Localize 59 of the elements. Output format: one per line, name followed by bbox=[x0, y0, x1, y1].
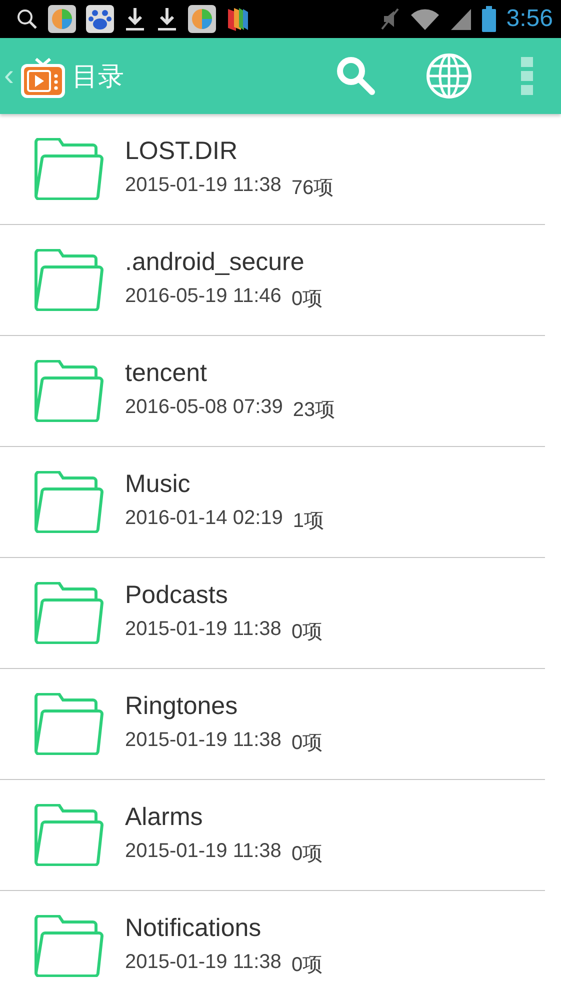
folder-icon bbox=[33, 471, 105, 533]
folder-icon bbox=[33, 360, 105, 422]
folder-row[interactable]: Music 2016-01-14 02:19 1项 bbox=[0, 447, 545, 558]
paw-icon bbox=[86, 5, 114, 33]
app-icon bbox=[188, 5, 216, 33]
folder-icon bbox=[33, 138, 105, 200]
modified-date: 2015-01-19 11:38 bbox=[125, 729, 282, 753]
search-icon bbox=[335, 55, 377, 97]
folder-name: Podcasts bbox=[125, 581, 229, 610]
modified-date: 2016-01-14 02:19 bbox=[125, 507, 283, 531]
folder-row[interactable]: tencent 2016-05-08 07:39 23项 bbox=[0, 336, 545, 447]
folder-name: Notifications bbox=[125, 914, 262, 943]
globe-button[interactable] bbox=[425, 52, 473, 100]
wifi-icon bbox=[410, 7, 440, 31]
item-count: 0项 bbox=[291, 842, 323, 867]
muted-icon bbox=[380, 7, 400, 31]
folder-icon bbox=[33, 693, 105, 755]
item-count: 0项 bbox=[291, 953, 323, 978]
globe-icon bbox=[425, 52, 473, 100]
search-button[interactable] bbox=[335, 55, 377, 97]
folder-row[interactable]: .android_secure 2016-05-19 11:46 0项 bbox=[0, 225, 545, 336]
menu-button[interactable] bbox=[521, 57, 533, 95]
folder-icon bbox=[33, 249, 105, 311]
search-icon bbox=[16, 8, 38, 30]
folder-row[interactable]: Alarms 2015-01-19 11:38 0项 bbox=[0, 780, 545, 891]
item-count: 76项 bbox=[291, 176, 334, 201]
folder-row[interactable]: Notifications 2015-01-19 11:38 0项 bbox=[0, 891, 545, 999]
folder-icon bbox=[33, 582, 105, 644]
folder-name: Music bbox=[125, 470, 192, 499]
battery-icon bbox=[482, 6, 496, 32]
book-icon bbox=[226, 5, 250, 33]
app-icon bbox=[48, 5, 76, 33]
signal-icon bbox=[450, 7, 472, 31]
modified-date: 2015-01-19 11:38 bbox=[125, 951, 282, 975]
modified-date: 2016-05-08 07:39 bbox=[125, 396, 283, 420]
folder-name: LOST.DIR bbox=[125, 137, 239, 166]
folder-icon bbox=[33, 915, 105, 977]
item-count: 0项 bbox=[291, 731, 323, 756]
folder-row[interactable]: Podcasts 2015-01-19 11:38 0项 bbox=[0, 558, 545, 669]
modified-date: 2015-01-19 11:38 bbox=[125, 618, 282, 642]
folder-name: .android_secure bbox=[125, 248, 306, 277]
modified-date: 2015-01-19 11:38 bbox=[125, 174, 282, 198]
folder-icon bbox=[33, 804, 105, 866]
page-title: 目录 bbox=[72, 60, 124, 94]
modified-date: 2015-01-19 11:38 bbox=[125, 840, 282, 864]
item-count: 1项 bbox=[292, 509, 324, 534]
folder-name: Ringtones bbox=[125, 692, 239, 721]
modified-date: 2016-05-19 11:46 bbox=[125, 285, 282, 309]
download-icon bbox=[124, 6, 146, 32]
download-icon bbox=[156, 6, 178, 32]
overflow-menu-icon bbox=[521, 57, 533, 95]
item-count: 0项 bbox=[291, 287, 323, 312]
status-time: 3:56 bbox=[506, 5, 553, 33]
folder-name: tencent bbox=[125, 359, 208, 388]
folder-row[interactable]: LOST.DIR 2015-01-19 11:38 76项 bbox=[0, 114, 545, 225]
item-count: 0项 bbox=[291, 620, 323, 645]
item-count: 23项 bbox=[292, 398, 336, 423]
folder-name: Alarms bbox=[125, 803, 204, 832]
folder-row[interactable]: Ringtones 2015-01-19 11:38 0项 bbox=[0, 669, 545, 780]
